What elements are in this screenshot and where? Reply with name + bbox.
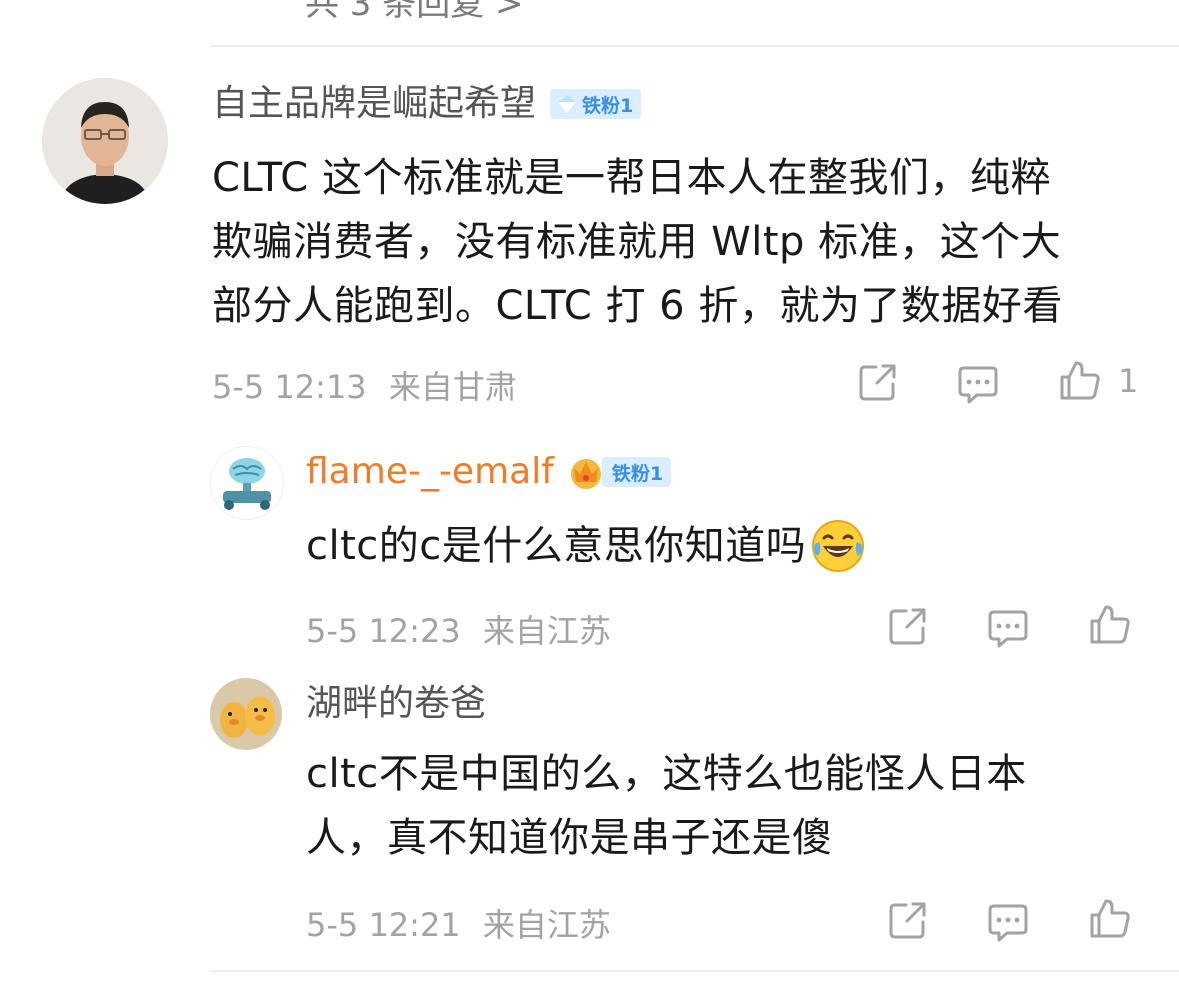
thumbs-up-icon	[1060, 361, 1100, 400]
ducks-avatar	[210, 678, 282, 750]
like-button[interactable]	[1058, 358, 1102, 402]
reply-meta: 5-5 12:21 来自江苏	[306, 900, 611, 946]
reply-text: cltc的c是什么意思你知道吗	[306, 523, 807, 569]
reply-content: cltc不是中国的么，这特么也能怪人日本 人，真不知道你是串子还是傻	[306, 742, 1156, 870]
share-icon	[889, 902, 926, 939]
like-count: 1	[1118, 362, 1139, 400]
share-button[interactable]	[886, 604, 930, 648]
content-line: 部分人能跑到。CLTC 打 6 折，就为了数据好看	[212, 283, 1063, 329]
diamond-icon	[558, 95, 577, 113]
avatar[interactable]	[42, 78, 168, 204]
content-line: 人，真不知道你是串子还是傻	[306, 815, 833, 861]
content-line: cltc不是中国的么，这特么也能怪人日本	[306, 751, 1027, 797]
share-button[interactable]	[886, 898, 930, 942]
share-icon	[889, 608, 926, 645]
thumbs-up-icon	[1090, 605, 1130, 644]
fan-badge[interactable]: 铁粉1	[601, 457, 672, 487]
comment-meta: 5-5 12:13 来自甘肃	[212, 362, 517, 408]
bottom-divider	[210, 970, 1179, 972]
reply-content: cltc的c是什么意思你知道吗	[306, 514, 866, 578]
share-button[interactable]	[856, 360, 900, 404]
laughing-crying-emoji-icon	[810, 518, 866, 574]
reply-avatar[interactable]	[210, 446, 284, 520]
thumbs-up-icon	[1090, 899, 1130, 938]
robot-brain-avatar	[211, 447, 283, 519]
content-line: 欺骗消费者，没有标准就用 Wltp 标准，这个大	[212, 219, 1062, 265]
content-line: CLTC 这个标准就是一帮日本人在整我们，纯粹	[212, 155, 1051, 201]
comment-bubble-icon	[988, 610, 1028, 648]
comment-bubble-icon	[958, 366, 998, 404]
reply-location: 来自江苏	[482, 906, 611, 944]
top-divider	[210, 45, 1179, 47]
comment-time: 5-5 12:13	[212, 368, 367, 406]
like-button[interactable]	[1088, 602, 1132, 646]
reply-location: 来自江苏	[482, 612, 611, 650]
badge-label: 铁粉1	[582, 94, 634, 117]
comment-username[interactable]: 自主品牌是崛起希望	[212, 82, 536, 126]
reply-username[interactable]: flame-_-emalf	[306, 450, 554, 494]
comment-content: CLTC 这个标准就是一帮日本人在整我们，纯粹 欺骗消费者，没有标准就用 Wlt…	[212, 146, 1152, 338]
like-button[interactable]	[1088, 896, 1132, 940]
comment-location: 来自甘肃	[388, 368, 517, 406]
reply-meta: 5-5 12:23 来自江苏	[306, 606, 611, 652]
reply-time: 5-5 12:21	[306, 906, 461, 944]
reply-button[interactable]	[956, 362, 1000, 406]
reply-avatar[interactable]	[210, 678, 282, 750]
reply-time: 5-5 12:23	[306, 612, 461, 650]
reply-button[interactable]	[986, 900, 1030, 944]
comment-bubble-icon	[988, 904, 1028, 942]
badge-label: 铁粉1	[611, 462, 664, 485]
user-photo	[42, 78, 168, 204]
crown-icon	[566, 452, 606, 492]
share-icon	[859, 364, 896, 401]
reply-button[interactable]	[986, 606, 1030, 650]
fan-badge[interactable]: 铁粉1	[550, 89, 642, 119]
reply-username[interactable]: 湖畔的卷爸	[306, 682, 486, 726]
view-replies-link[interactable]: 共 3 条回复 >	[305, 0, 524, 25]
